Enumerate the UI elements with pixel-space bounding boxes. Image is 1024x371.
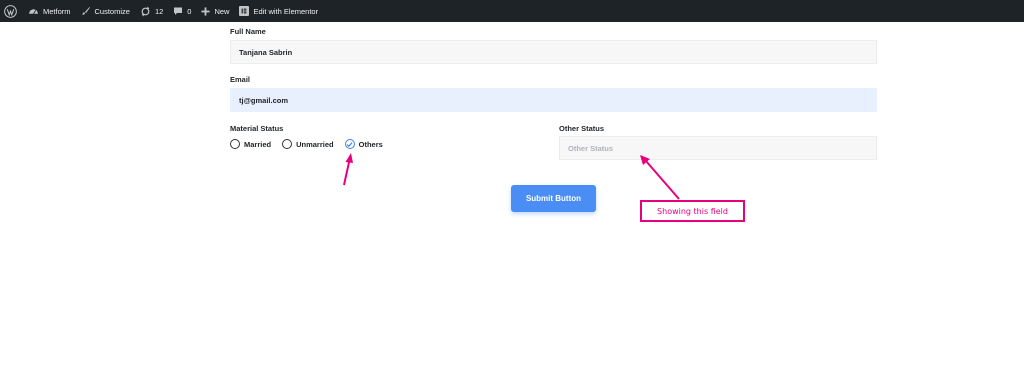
plus-icon — [201, 6, 211, 16]
comments-count: 0 — [187, 6, 192, 16]
updates-icon — [141, 6, 150, 16]
updates-count: 12 — [154, 6, 164, 16]
check-icon — [346, 141, 353, 147]
other-status-placeholder: Other Status — [568, 143, 614, 153]
full-name-label: Full Name — [230, 27, 266, 36]
radio-unmarried-label: Unmarried — [296, 139, 334, 149]
material-status-label: Material Status — [230, 124, 284, 133]
radio-others-label: Others — [358, 139, 383, 149]
radio-married-label: Married — [244, 139, 272, 149]
full-name-input[interactable]: Tanjana Sabrin — [230, 40, 877, 64]
annotation-arrow-others — [343, 153, 353, 186]
email-input[interactable]: tj@gmail.com — [230, 88, 877, 112]
radio-unmarried[interactable]: Unmarried — [282, 139, 334, 149]
wordpress-logo-button[interactable] — [0, 0, 23, 22]
email-label: Email — [230, 75, 251, 84]
material-status-radio-group: Married Unmarried Others — [230, 139, 394, 149]
other-status-input[interactable]: Other Status — [559, 136, 877, 160]
radio-married[interactable]: Married — [230, 139, 271, 149]
comment-icon — [174, 7, 183, 15]
radio-others[interactable]: Others — [344, 139, 383, 149]
brush-icon — [82, 7, 90, 15]
elementor-icon — [239, 6, 250, 16]
radio-circle[interactable] — [230, 139, 240, 149]
elementor-label: Edit with Elementor — [253, 6, 319, 16]
other-status-label: Other Status — [559, 124, 605, 133]
new-content-link[interactable]: New — [196, 0, 234, 22]
site-name-link[interactable]: Metform — [23, 0, 76, 22]
dashboard-icon — [29, 8, 38, 14]
radio-circle[interactable] — [282, 139, 293, 149]
edit-with-elementor-link[interactable]: Edit with Elementor — [234, 0, 323, 22]
full-name-value: Tanjana Sabrin — [239, 47, 293, 57]
new-label: New — [214, 6, 230, 16]
submit-button[interactable]: Submit Button — [511, 185, 596, 212]
annotation-callout: Showing this field — [640, 200, 745, 222]
comments-link[interactable]: 0 — [168, 0, 196, 22]
wordpress-icon — [4, 4, 17, 18]
updates-link[interactable]: 12 — [135, 0, 168, 22]
site-name-label: Metform — [43, 6, 71, 16]
email-value: tj@gmail.com — [239, 95, 288, 105]
annotation-arrow-field — [640, 155, 680, 200]
customize-link[interactable]: Customize — [76, 0, 135, 22]
customize-label: Customize — [94, 6, 130, 16]
radio-circle-checked[interactable] — [344, 139, 355, 149]
admin-bar: Metform Customize 12 0 New Edit with Ele… — [0, 0, 1024, 22]
